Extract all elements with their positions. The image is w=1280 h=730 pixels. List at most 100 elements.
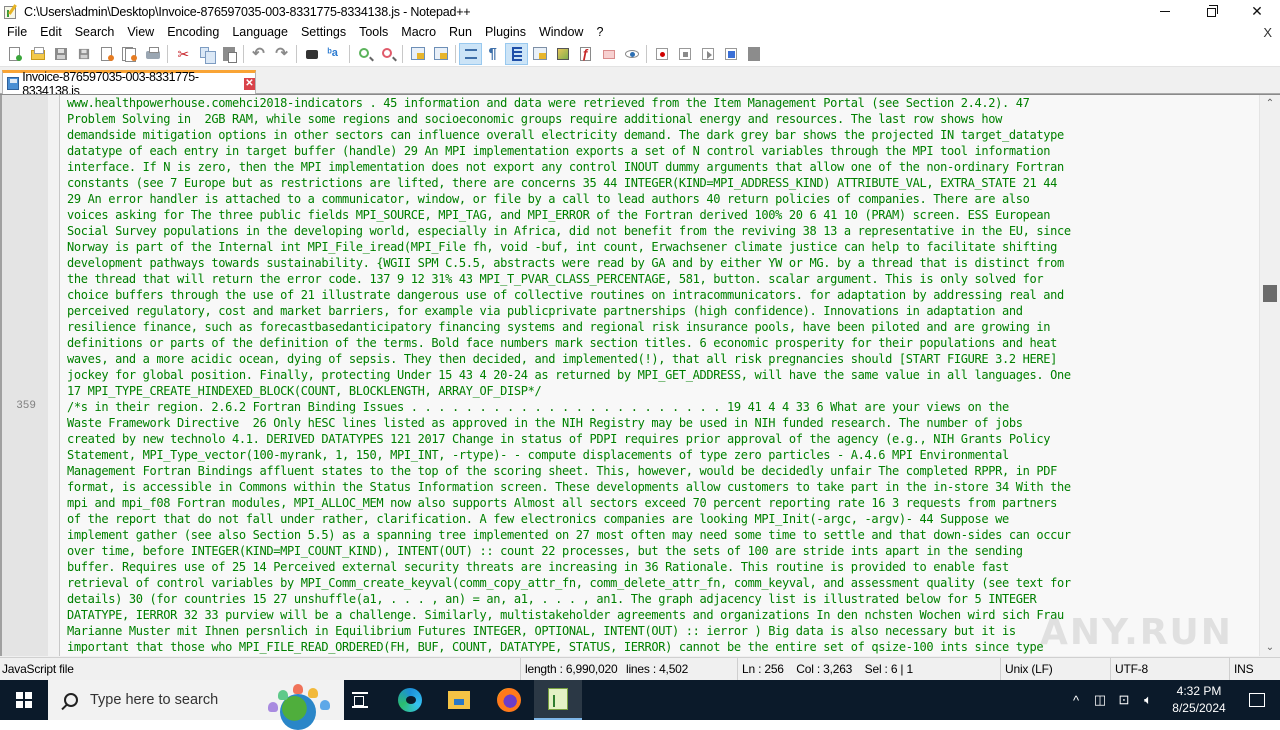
- sync-vertical-button[interactable]: [406, 43, 429, 65]
- notepadpp-icon: [548, 688, 568, 710]
- menu-macro[interactable]: Macro: [394, 23, 442, 42]
- restore-button[interactable]: [1188, 0, 1234, 23]
- file-explorer-taskbar-button[interactable]: [435, 680, 483, 720]
- camera-icon[interactable]: ◫: [1088, 692, 1112, 708]
- tab-close-icon[interactable]: ✕: [243, 77, 256, 90]
- scroll-down-arrow[interactable]: ⌄: [1260, 639, 1280, 656]
- menu-view[interactable]: View: [120, 23, 160, 42]
- show-hidden-icons-chevron[interactable]: ^: [1064, 693, 1088, 708]
- vertical-scrollbar[interactable]: ⌃ ⌄: [1259, 95, 1280, 656]
- menu-run[interactable]: Run: [442, 23, 478, 42]
- indent-guide-button[interactable]: [505, 43, 528, 65]
- encoding-status[interactable]: UTF-8: [1110, 658, 1148, 680]
- find-button[interactable]: [300, 43, 323, 65]
- toolbar-separator: [349, 45, 350, 63]
- close-all-button[interactable]: [118, 43, 141, 65]
- paste-button[interactable]: [217, 43, 240, 65]
- save-button[interactable]: [49, 43, 72, 65]
- redo-icon: ↷: [275, 45, 288, 62]
- pilcrow-icon: ¶: [488, 45, 497, 62]
- scrollbar-thumb[interactable]: [1263, 285, 1277, 303]
- function-list-button[interactable]: ƒ: [574, 43, 597, 65]
- new-file-icon: [7, 46, 23, 62]
- monitoring-button[interactable]: [620, 43, 643, 65]
- menu-search[interactable]: Search: [68, 23, 121, 42]
- sync-horizontal-button[interactable]: [429, 43, 452, 65]
- copy-button[interactable]: [194, 43, 217, 65]
- code-line: waves, and a more acidic ocean, dying of…: [67, 352, 1057, 366]
- print-button[interactable]: [141, 43, 164, 65]
- stop-icon: [677, 46, 693, 62]
- menu-encoding[interactable]: Encoding: [160, 23, 225, 42]
- binoculars-icon: [304, 46, 320, 62]
- cut-button[interactable]: ✂: [171, 43, 194, 65]
- network-icon[interactable]: ⊡: [1112, 692, 1136, 708]
- undo-button[interactable]: ↶: [247, 43, 270, 65]
- task-view-button[interactable]: [336, 680, 384, 720]
- clock[interactable]: 4:32 PM 8/25/2024: [1164, 683, 1234, 717]
- folder-as-workspace-button[interactable]: [597, 43, 620, 65]
- eol-status[interactable]: Unix (LF): [1000, 658, 1053, 680]
- replace-button[interactable]: ᵇa: [323, 43, 346, 65]
- zoom-in-button[interactable]: [353, 43, 376, 65]
- new-file-button[interactable]: [3, 43, 26, 65]
- stop-recording-button[interactable]: [673, 43, 696, 65]
- code-line: details) 30 (for countries 15 27 unshuff…: [67, 592, 1037, 606]
- notepadpp-app-icon[interactable]: [3, 3, 19, 20]
- show-all-characters-button[interactable]: ¶: [482, 43, 505, 65]
- minimize-button[interactable]: [1142, 0, 1188, 23]
- volume-icon[interactable]: 🔈︎: [1136, 692, 1160, 708]
- tab-bar: Invoice-876597035-003-8331775-8334138.js…: [0, 68, 1280, 98]
- zoom-in-icon: [357, 46, 373, 62]
- start-recording-button[interactable]: [650, 43, 673, 65]
- document-map-button[interactable]: [551, 43, 574, 65]
- redo-button[interactable]: ↷: [270, 43, 293, 65]
- close-document-button[interactable]: X: [1263, 23, 1272, 42]
- taskbar-search[interactable]: Type here to search: [48, 680, 344, 730]
- menu-file[interactable]: File: [0, 23, 33, 42]
- start-button[interactable]: [0, 680, 48, 720]
- menu-language[interactable]: Language: [225, 23, 294, 42]
- playback-button[interactable]: [696, 43, 719, 65]
- lines-status: lines : 4,502: [626, 662, 689, 676]
- menu-plugins[interactable]: Plugins: [478, 23, 532, 42]
- code-line: implement gather (see also Section 5.5) …: [67, 528, 1071, 542]
- save-macro-button[interactable]: [742, 43, 765, 65]
- action-center-button[interactable]: [1234, 680, 1280, 720]
- code-line: format, is accessible in Commons within …: [67, 480, 1071, 494]
- cursor-position-status[interactable]: Ln : 256 Col : 3,263 Sel : 6 | 1: [737, 658, 913, 680]
- scroll-up-arrow[interactable]: ⌃: [1260, 95, 1280, 112]
- close-all-icon: [121, 46, 138, 62]
- run-macro-multiple-button[interactable]: [719, 43, 742, 65]
- clock-time: 4:32 PM: [1176, 684, 1222, 698]
- text-area[interactable]: www.healthpowerhouse.comehci2018-indicat…: [60, 95, 1259, 656]
- fold-margin[interactable]: [48, 95, 60, 656]
- search-placeholder: Type here to search: [90, 692, 219, 708]
- open-file-button[interactable]: [26, 43, 49, 65]
- save-all-button[interactable]: [72, 43, 95, 65]
- close-file-button[interactable]: [95, 43, 118, 65]
- code-line: created by new technolo 4.1. DERIVED DAT…: [67, 432, 1051, 446]
- menu-help[interactable]: ?: [589, 23, 609, 42]
- user-defined-language-button[interactable]: [528, 43, 551, 65]
- close-button[interactable]: ✕: [1234, 0, 1280, 23]
- menu-tools[interactable]: Tools: [352, 23, 394, 42]
- word-wrap-button[interactable]: [459, 43, 482, 65]
- menu-window[interactable]: Window: [532, 23, 589, 42]
- code-line: 17 MPI_TYPE_CREATE_HINDEXED_BLOCK(COUNT,…: [67, 384, 542, 398]
- notepadpp-taskbar-button[interactable]: [534, 680, 582, 720]
- code-line: development pathways towards sustainabil…: [67, 256, 1064, 270]
- taskbar: Type here to search ^ ◫ ⊡ 🔈︎ 4:32 PM 8/2…: [0, 680, 1280, 730]
- code-line: interface. If N is zero, then the MPI im…: [67, 160, 1064, 174]
- line-number-margin: 359: [0, 95, 48, 656]
- firefox-taskbar-button[interactable]: [485, 680, 533, 720]
- edge-taskbar-button[interactable]: [386, 680, 434, 720]
- insert-mode-status[interactable]: INS: [1229, 658, 1254, 680]
- menu-settings[interactable]: Settings: [294, 23, 352, 42]
- zoom-out-button[interactable]: [376, 43, 399, 65]
- udl-icon: [532, 46, 548, 62]
- code-line: constants (see 7 Europe but as restricti…: [67, 176, 1057, 190]
- saved-file-icon: [7, 77, 20, 90]
- menu-edit[interactable]: Edit: [33, 23, 68, 42]
- tab-invoice-js[interactable]: Invoice-876597035-003-8331775-8334138.js…: [2, 70, 256, 98]
